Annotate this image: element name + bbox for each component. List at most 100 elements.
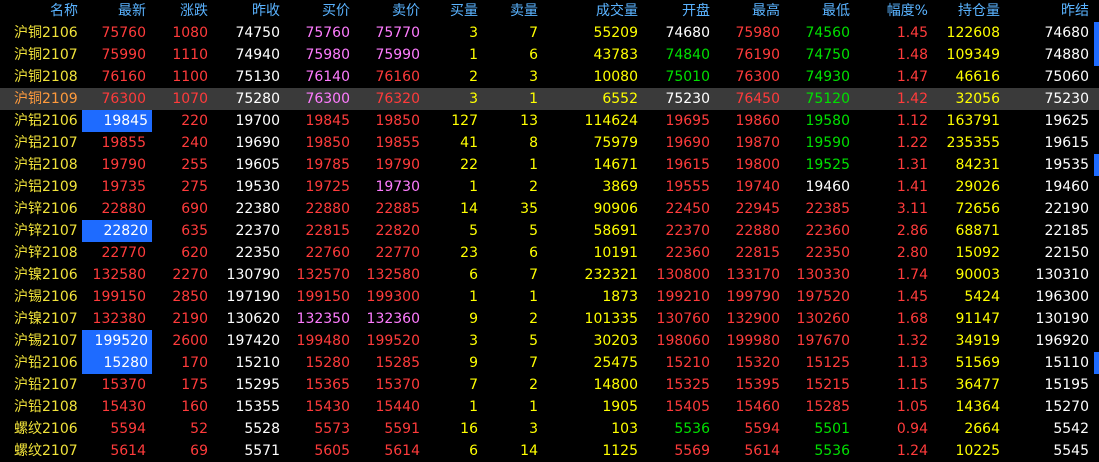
cell-last: 132380 — [92, 311, 146, 327]
column-header[interactable]: 昨结 — [1004, 0, 1093, 22]
cell-low: 19590 — [805, 135, 850, 151]
table-row[interactable]: 沪铜2107 75990 1110 74940 75980 75990 1 6 43783 748… — [0, 44, 1099, 66]
table-row[interactable]: 沪铜2108 76160 1100 75130 76140 76160 2 3 10080 750… — [0, 66, 1099, 88]
cell-settle: 22190 — [1044, 201, 1089, 217]
column-header[interactable]: 买量 — [424, 0, 482, 22]
cell-oi: 84231 — [955, 157, 1000, 173]
cell-high: 5614 — [744, 443, 780, 459]
cell-prev: 130790 — [226, 267, 280, 283]
cell-bid: 15430 — [305, 399, 350, 415]
cell-ask: 22770 — [375, 245, 420, 261]
cell-open: 15210 — [665, 355, 710, 371]
table-row[interactable]: 螺纹2107 5614 69 5571 5605 5614 6 14 1125 5569 5614 5… — [0, 440, 1099, 462]
cell-chg: 2850 — [172, 289, 208, 305]
cell-settle: 15110 — [1044, 355, 1089, 371]
column-header[interactable]: 昨收 — [212, 0, 284, 22]
cell-prev: 22380 — [235, 201, 280, 217]
cell-ask: 5614 — [384, 443, 420, 459]
column-header[interactable]: 最低 — [784, 0, 854, 22]
row-marker — [1094, 154, 1099, 176]
cell-chg: 69 — [190, 443, 208, 459]
column-header[interactable]: 涨跌 — [150, 0, 212, 22]
cell-open: 22450 — [665, 201, 710, 217]
cell-pct: 1.45 — [896, 25, 928, 41]
cell-ask: 199520 — [366, 333, 420, 349]
table-row[interactable]: 沪镍2107 132380 2190 130620 132350 132360 9 2 1013… — [0, 308, 1099, 330]
cell-vol: 232321 — [584, 267, 638, 283]
table-row[interactable]: 沪铅2106 15280 170 15210 15280 15285 9 7 25475 1521… — [0, 352, 1099, 374]
cell-prev: 19530 — [235, 179, 280, 195]
column-header[interactable]: 卖量 — [482, 0, 542, 22]
column-header[interactable]: 最高 — [714, 0, 784, 22]
column-header[interactable]: 成交量 — [542, 0, 642, 22]
table-row[interactable]: 沪铜2106 75760 1080 74750 75760 75770 3 7 55209 746… — [0, 22, 1099, 44]
column-header[interactable]: 幅度% — [854, 0, 932, 22]
table-row[interactable]: 螺纹2106 5594 52 5528 5573 5591 16 3 103 5536 5594 55… — [0, 418, 1099, 440]
cell-prev: 74940 — [235, 47, 280, 63]
table-row[interactable]: 沪镍2106 132580 2270 130790 132570 132580 6 7 2323… — [0, 264, 1099, 286]
cell-open: 5569 — [674, 443, 710, 459]
table-row[interactable]: 沪锌2108 22770 620 22350 22760 22770 23 6 10191 223… — [0, 242, 1099, 264]
cell-askv: 14 — [520, 443, 538, 459]
cell-settle: 15195 — [1044, 377, 1089, 393]
column-header[interactable]: 名称 — [0, 0, 82, 22]
cell-askv: 7 — [529, 25, 538, 41]
cell-low: 75120 — [805, 91, 850, 107]
cell-pct: 1.15 — [896, 377, 928, 393]
cell-low: 22350 — [805, 245, 850, 261]
table-row[interactable]: 沪铜2109 76300 1070 75280 76300 76320 3 1 6552 7523… — [0, 88, 1099, 110]
column-header[interactable]: 最新 — [86, 0, 150, 22]
cell-low: 5536 — [814, 443, 850, 459]
cell-ask: 19790 — [375, 157, 420, 173]
table-row[interactable]: 沪铝2106 19845 220 19700 19845 19850 127 13 114624… — [0, 110, 1099, 132]
table-row[interactable]: 沪锌2106 22880 690 22380 22880 22885 14 35 90906 22… — [0, 198, 1099, 220]
cell-bidv: 3 — [469, 91, 478, 107]
table-row[interactable]: 沪铝2109 19735 275 19530 19725 19730 1 2 3869 19555… — [0, 176, 1099, 198]
cell-ask: 199300 — [366, 289, 420, 305]
cell-high: 76300 — [735, 69, 780, 85]
cell-open: 19615 — [665, 157, 710, 173]
cell-settle: 19615 — [1044, 135, 1089, 151]
cell-bid: 19845 — [305, 113, 350, 129]
column-header[interactable]: 开盘 — [642, 0, 714, 22]
cell-ask: 76320 — [375, 91, 420, 107]
cell-ask: 22885 — [375, 201, 420, 217]
cell-pct: 1.68 — [896, 311, 928, 327]
table-row[interactable]: 沪铝2107 19855 240 19690 19850 19855 41 8 75979 196… — [0, 132, 1099, 154]
table-row[interactable]: 沪锡2106 199150 2850 197190 199150 199300 1 1 1873… — [0, 286, 1099, 308]
cell-chg: 1070 — [172, 91, 208, 107]
cell-vol: 75979 — [593, 135, 638, 151]
cell-oi: 10225 — [955, 443, 1000, 459]
cell-open: 19690 — [665, 135, 710, 151]
cell-bid: 22815 — [305, 223, 350, 239]
cell-prev: 5528 — [244, 421, 280, 437]
column-header[interactable]: 卖价 — [354, 0, 424, 22]
cell-bid: 132570 — [296, 267, 350, 283]
table-row[interactable]: 沪铅2108 15430 160 15355 15430 15440 1 1 1905 15405… — [0, 396, 1099, 418]
cell-vol: 30203 — [593, 333, 638, 349]
cell-settle: 74680 — [1044, 25, 1089, 41]
cell-oi: 46616 — [955, 69, 1000, 85]
cell-open: 15405 — [665, 399, 710, 415]
cell-low: 130260 — [796, 311, 850, 327]
cell-askv: 2 — [529, 179, 538, 195]
cell-chg: 255 — [181, 157, 208, 173]
table-row[interactable]: 沪铅2107 15370 175 15295 15365 15370 7 2 14800 1532… — [0, 374, 1099, 396]
cell-chg: 160 — [181, 399, 208, 415]
table-row[interactable]: 沪铝2108 19790 255 19605 19785 19790 22 1 14671 196… — [0, 154, 1099, 176]
column-header[interactable]: 买价 — [284, 0, 354, 22]
cell-high: 15460 — [735, 399, 780, 415]
column-header[interactable]: 持仓量 — [932, 0, 1004, 22]
table-row[interactable]: 沪锌2107 22820 635 22370 22815 22820 5 5 58691 2237… — [0, 220, 1099, 242]
cell-bidv: 1 — [469, 399, 478, 415]
cell-bid: 19725 — [305, 179, 350, 195]
cell-open: 22370 — [665, 223, 710, 239]
table-row[interactable]: 沪锡2107 199520 2600 197420 199480 199520 3 5 3020… — [0, 330, 1099, 352]
cell-oi: 122608 — [946, 25, 1000, 41]
cell-prev: 75130 — [235, 69, 280, 85]
cell-bidv: 127 — [451, 113, 478, 129]
cell-vol: 114624 — [584, 113, 638, 129]
cell-oi: 90003 — [955, 267, 1000, 283]
cell-pct: 1.31 — [896, 157, 928, 173]
cell-settle: 19460 — [1044, 179, 1089, 195]
